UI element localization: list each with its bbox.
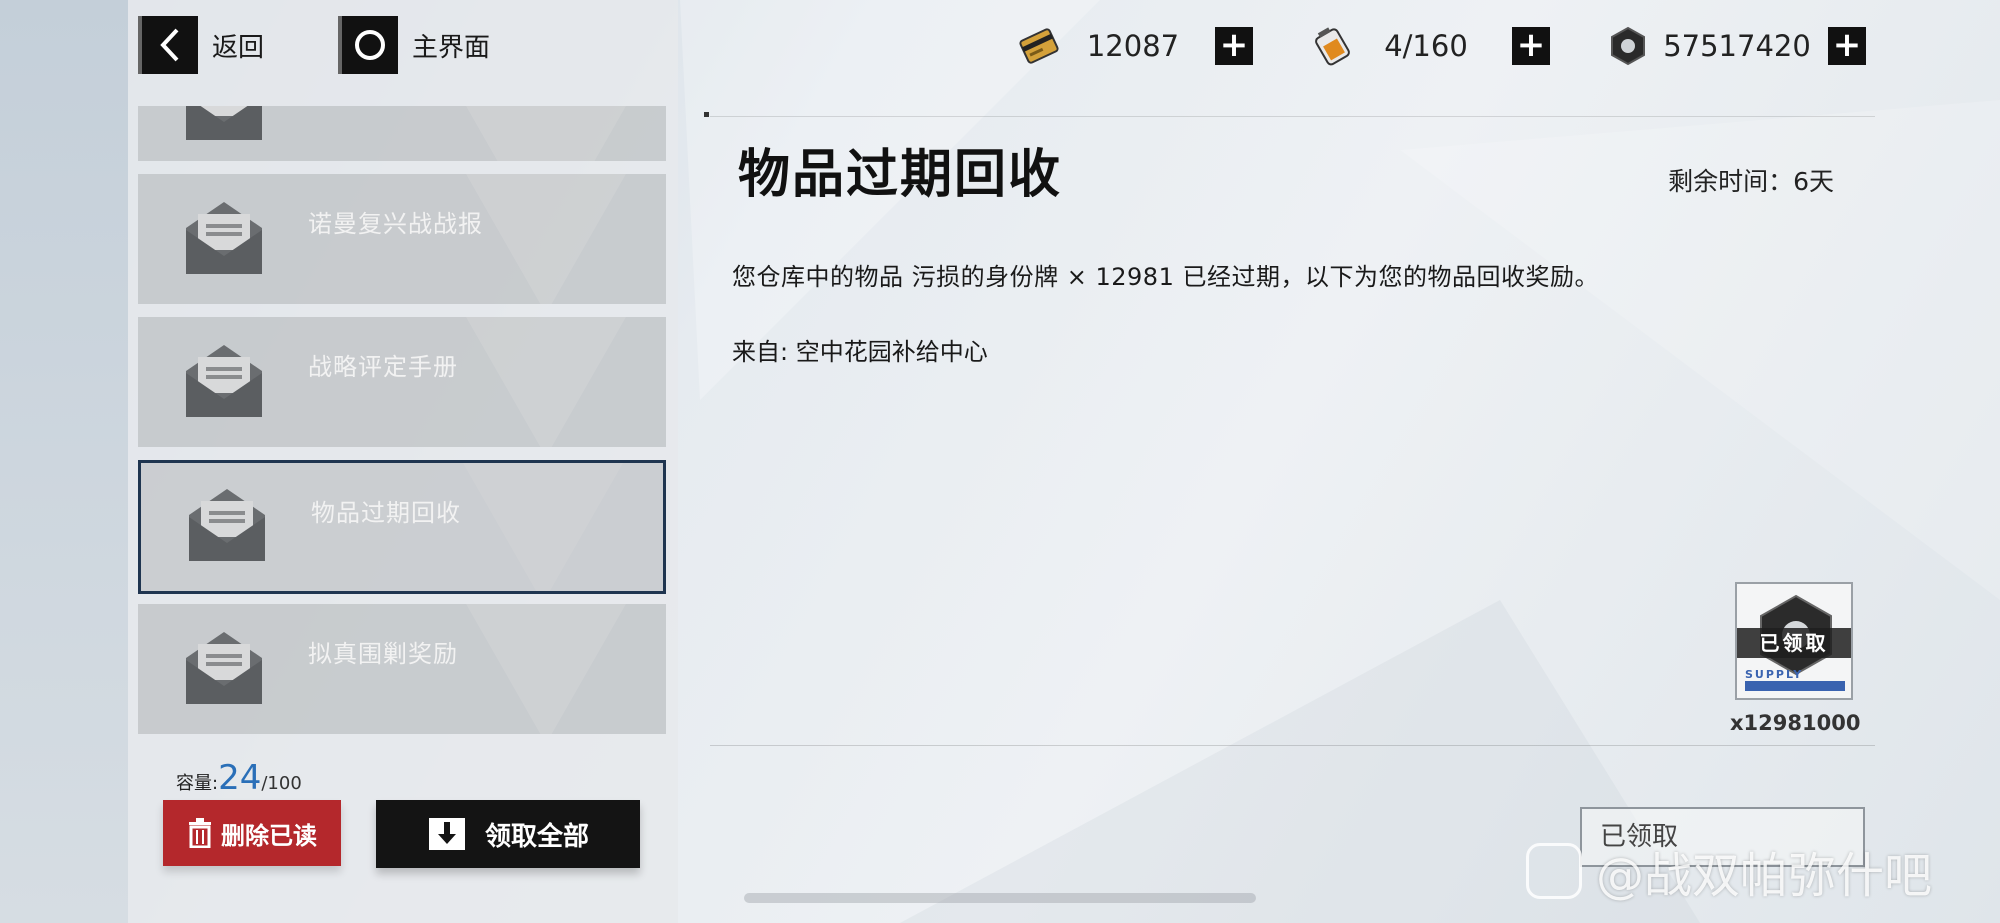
mail-detail-title: 物品过期回收 — [738, 145, 1063, 205]
envelope-icon — [186, 345, 262, 417]
currency-value: 12087 — [1086, 29, 1180, 63]
home-label: 主界面 — [412, 32, 491, 63]
reward-claimed-badge: 已领取 — [1737, 628, 1851, 658]
mail-list-item[interactable]: 诺曼复兴战战报 — [138, 174, 666, 304]
mail-list-item[interactable]: 拟真围剿奖励 — [138, 604, 666, 734]
mail-item-title: 诺曼复兴战战报 — [308, 210, 483, 238]
mail-capacity: 容量:24/100 — [176, 758, 302, 798]
mail-list-item-selected[interactable]: 物品过期回收 — [138, 460, 666, 594]
supply-rarity-bar — [1745, 681, 1845, 691]
delete-read-button[interactable]: 删除已读 — [163, 800, 341, 866]
currency-value: 4/160 — [1384, 29, 1468, 63]
envelope-icon — [189, 489, 265, 561]
card-icon — [1019, 28, 1059, 64]
weibo-logo-icon — [1526, 843, 1582, 899]
mail-body-text: 您仓库中的物品 污损的身份牌 × 12981 已经过期，以下为您的物品回收奖励。 — [732, 263, 1599, 291]
detail-divider-top — [710, 116, 1875, 117]
remaining-time: 剩余时间：6天 — [1668, 167, 1834, 196]
left-edge-strip — [0, 0, 128, 923]
delete-read-label: 删除已读 — [221, 821, 317, 850]
watermark: @战双帕弥什吧 — [1526, 836, 1932, 906]
home-button[interactable]: 主界面 — [338, 16, 490, 74]
add-battery-button[interactable]: + — [1512, 27, 1550, 65]
back-button[interactable]: 返回 — [138, 16, 264, 74]
download-icon — [428, 818, 465, 850]
nut-icon — [1611, 26, 1645, 66]
capacity-used: 24 — [218, 758, 262, 798]
mail-list-item[interactable] — [138, 106, 666, 161]
horizontal-scrollbar[interactable] — [744, 893, 1256, 903]
supply-label: SUPPLY — [1745, 668, 1804, 681]
reward-count: x12981000 — [1730, 711, 1861, 735]
currency-value: 57517420 — [1663, 29, 1811, 63]
add-card-button[interactable]: + — [1215, 27, 1253, 65]
envelope-icon — [186, 632, 262, 704]
reward-item[interactable]: 已领取 SUPPLY — [1735, 582, 1853, 700]
mail-item-title: 物品过期回收 — [311, 499, 461, 527]
detail-marker — [704, 112, 709, 117]
envelope-icon — [186, 106, 262, 140]
trash-icon — [189, 818, 211, 848]
add-nut-button[interactable]: + — [1828, 27, 1866, 65]
home-circle-icon — [338, 16, 398, 74]
back-arrow-icon — [138, 16, 198, 74]
back-label: 返回 — [212, 32, 265, 63]
watermark-text: @战双帕弥什吧 — [1596, 848, 1933, 904]
claim-all-button[interactable]: 领取全部 — [376, 800, 640, 868]
capacity-label: 容量: — [176, 773, 219, 794]
currency-card: 12087 + — [1015, 22, 1253, 70]
currency-nut: 57517420 + — [1604, 22, 1866, 70]
battery-icon — [1315, 27, 1350, 66]
envelope-icon — [186, 202, 262, 274]
mail-sender: 来自: 空中花园补给中心 — [732, 338, 988, 366]
mail-list-item[interactable]: 战略评定手册 — [138, 317, 666, 447]
mail-item-title: 拟真围剿奖励 — [308, 640, 458, 668]
detail-divider-bottom — [710, 745, 1875, 746]
claim-all-label: 领取全部 — [484, 821, 589, 852]
capacity-max: /100 — [261, 773, 302, 794]
currency-battery: 4/160 + — [1308, 22, 1550, 70]
mail-item-title: 战略评定手册 — [308, 353, 458, 381]
